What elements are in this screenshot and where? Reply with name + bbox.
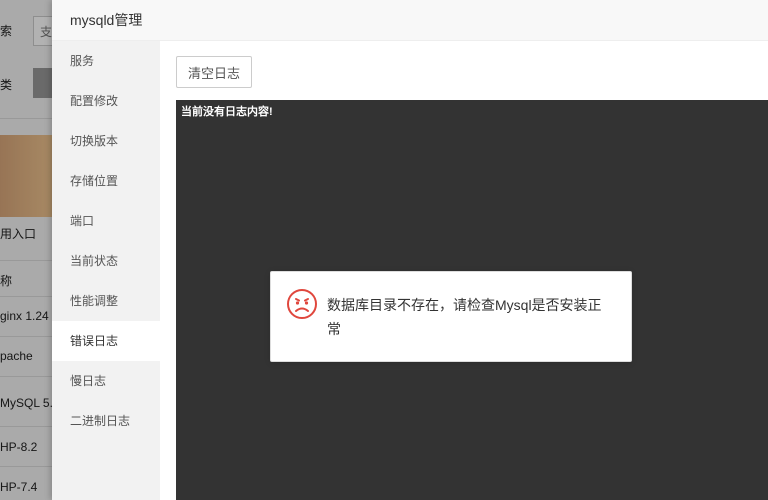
toast-message: 数据库目录不存在，请检查Mysql是否安装正常: [327, 297, 602, 337]
sidebar-item-port[interactable]: 端口: [52, 201, 160, 241]
clear-log-button[interactable]: 清空日志: [176, 56, 253, 88]
sidebar-item-binary-log[interactable]: 二进制日志: [52, 401, 160, 441]
sidebar-item-storage-location[interactable]: 存储位置: [52, 161, 160, 201]
dialog-sidebar: 服务 配置修改 切换版本 存储位置 端口 当前状态 性能调整 错误日志 慢日志 …: [52, 41, 160, 500]
sidebar-item-config[interactable]: 配置修改: [52, 81, 160, 121]
sidebar-item-current-status[interactable]: 当前状态: [52, 241, 160, 281]
dialog-title: mysqld管理: [52, 0, 768, 41]
mysqld-manage-dialog: mysqld管理 服务 配置修改 切换版本 存储位置 端口 当前状态 性能调整 …: [52, 0, 768, 500]
sidebar-item-error-log[interactable]: 错误日志: [52, 321, 160, 361]
error-toast: 数据库目录不存在，请检查Mysql是否安装正常: [270, 271, 632, 362]
sad-face-icon: [286, 288, 318, 320]
sidebar-item-switch-version[interactable]: 切换版本: [52, 121, 160, 161]
sidebar-item-slow-log[interactable]: 慢日志: [52, 361, 160, 401]
log-text: 当前没有日志内容!: [181, 106, 273, 118]
sidebar-item-service[interactable]: 服务: [52, 41, 160, 81]
sidebar-item-performance-tuning[interactable]: 性能调整: [52, 281, 160, 321]
